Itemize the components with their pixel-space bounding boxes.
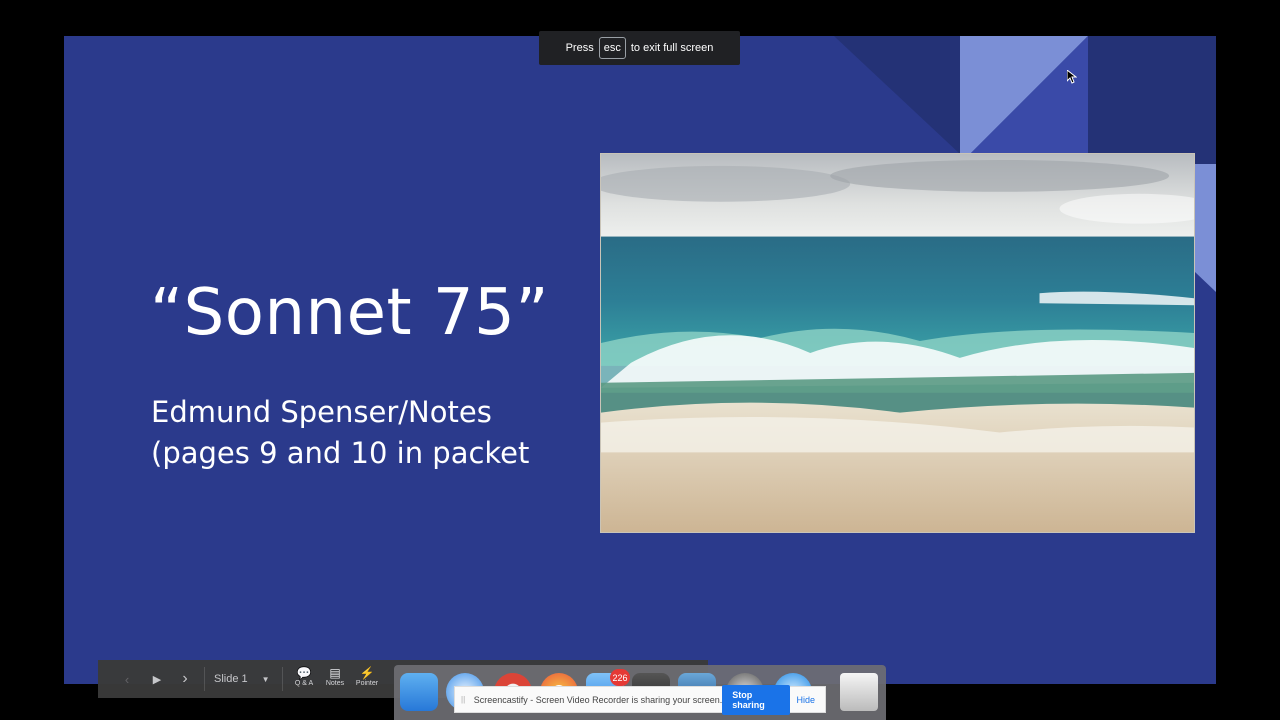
- notes-button[interactable]: ▤ Notes: [319, 666, 351, 687]
- slide-selector-label: Slide 1: [214, 673, 248, 685]
- screen-sharing-bar: || Screencastify - Screen Video Recorder…: [454, 684, 826, 715]
- laser-pointer-icon: ⚡: [359, 666, 375, 680]
- pointer-button[interactable]: ⚡ Pointer: [351, 666, 383, 687]
- hide-button[interactable]: Hide: [796, 695, 815, 705]
- qa-label: Q & A: [294, 680, 314, 687]
- previous-slide-button[interactable]: ‹: [116, 660, 138, 698]
- mail-badge: 226: [610, 669, 630, 686]
- slide-subtitle: Edmund Spenser/Notes (pages 9 and 10 in …: [151, 392, 529, 474]
- fullscreen-exit-banner: Press esc to exit full screen: [539, 31, 740, 65]
- drag-handle-icon[interactable]: ||: [461, 695, 470, 704]
- notes-icon: ▤: [329, 666, 341, 680]
- subtitle-line-1: Edmund Spenser/Notes: [151, 395, 492, 429]
- chevron-right-icon: ›: [182, 670, 188, 687]
- play-icon: ▶: [152, 673, 162, 686]
- caret-down-icon: ▼: [261, 674, 270, 684]
- qa-button[interactable]: 💬 Q & A: [288, 666, 320, 687]
- slide-title: “Sonnet 75”: [150, 276, 549, 350]
- play-button[interactable]: ▶: [146, 660, 168, 698]
- mouse-cursor-icon: [1067, 70, 1077, 84]
- toolbar-divider: [204, 667, 205, 691]
- next-slide-button[interactable]: ›: [174, 660, 196, 698]
- banner-prefix: Press: [565, 42, 594, 54]
- subtitle-line-2: (pages 9 and 10 in packet: [151, 436, 530, 470]
- esc-key: esc: [598, 37, 626, 59]
- banner-suffix: to exit full screen: [630, 42, 714, 54]
- presentation-slide: “Sonnet 75” Edmund Spenser/Notes (pages …: [64, 36, 1216, 684]
- trash-icon[interactable]: [840, 673, 878, 711]
- chat-icon: 💬: [296, 666, 312, 680]
- chevron-left-icon: ‹: [124, 671, 130, 687]
- slide-selector[interactable]: Slide 1 ▼: [214, 660, 276, 698]
- pointer-label: Pointer: [355, 680, 379, 687]
- finder-icon[interactable]: [400, 673, 438, 711]
- toolbar-divider: [282, 667, 283, 691]
- stop-sharing-button[interactable]: Stop sharing: [722, 684, 791, 715]
- notes-label: Notes: [325, 680, 345, 687]
- seascape-painting: [600, 153, 1195, 533]
- sharing-message: Screencastify - Screen Video Recorder is…: [473, 694, 723, 705]
